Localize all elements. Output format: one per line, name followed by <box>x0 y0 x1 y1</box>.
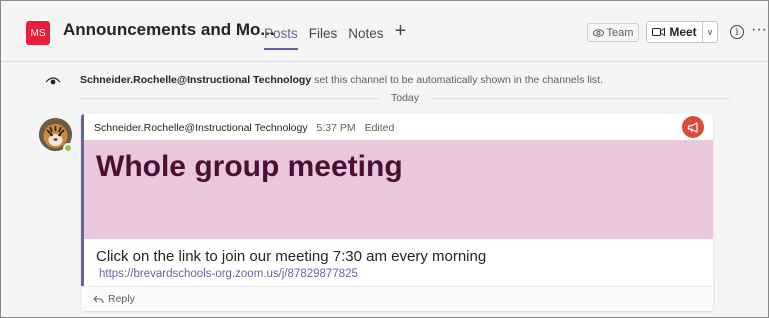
tab-posts[interactable]: Posts <box>264 26 298 50</box>
announcement-headline: Whole group meeting <box>96 150 403 183</box>
eye-icon <box>592 28 604 37</box>
post-meta: Schneider.Rochelle@Instructional Technol… <box>94 122 400 134</box>
team-button-label: Team <box>606 26 634 39</box>
divider-line <box>431 97 730 99</box>
reply-icon <box>93 295 104 303</box>
divider-line <box>80 97 379 99</box>
meeting-link[interactable]: https://brevardschools-org.zoom.us/j/878… <box>99 268 358 280</box>
megaphone-icon <box>682 116 704 138</box>
reply-bar: Reply <box>81 286 713 311</box>
team-avatar[interactable]: MS <box>26 21 50 45</box>
post-author[interactable]: Schneider.Rochelle@Instructional Technol… <box>94 122 308 134</box>
post-text: Click on the link to join our meeting 7:… <box>96 248 487 265</box>
date-divider: Today <box>80 91 730 105</box>
system-message-author: Schneider.Rochelle@Instructional Technol… <box>80 74 312 86</box>
more-options-icon[interactable]: ··· <box>751 21 767 39</box>
system-message: Schneider.Rochelle@Instructional Technol… <box>80 74 603 86</box>
date-divider-label: Today <box>390 92 420 104</box>
teams-window: MS Announcements and Mo... Posts Files N… <box>0 0 769 318</box>
channel-header: MS Announcements and Mo... Posts Files N… <box>1 1 768 62</box>
post-time: 5:37 PM <box>316 122 356 134</box>
tab-notes[interactable]: Notes <box>348 26 383 41</box>
system-message-text: set this channel to be automatically sho… <box>311 74 604 86</box>
meet-button-label: Meet <box>669 25 697 39</box>
reply-button[interactable]: Reply <box>93 293 135 305</box>
meet-button[interactable]: Meet <box>647 22 702 42</box>
meet-button-group: Meet ∨ <box>646 21 718 43</box>
chevron-down-icon[interactable]: ∨ <box>702 22 717 42</box>
team-button[interactable]: Team <box>587 23 639 42</box>
plus-icon[interactable]: + <box>395 20 407 43</box>
post-edited-label: Edited <box>364 122 395 134</box>
presence-available-icon <box>63 143 73 153</box>
channel-title: Announcements and Mo... <box>63 20 275 39</box>
info-icon[interactable]: i <box>730 25 744 39</box>
tab-files[interactable]: Files <box>309 26 338 41</box>
eye-icon <box>45 77 61 85</box>
channel-post: Schneider.Rochelle@Instructional Technol… <box>81 114 713 311</box>
reply-button-label: Reply <box>108 293 135 305</box>
video-camera-icon <box>652 27 666 37</box>
post-body: Schneider.Rochelle@Instructional Technol… <box>81 114 713 286</box>
channel-tabs: Posts Files Notes + <box>264 20 406 50</box>
